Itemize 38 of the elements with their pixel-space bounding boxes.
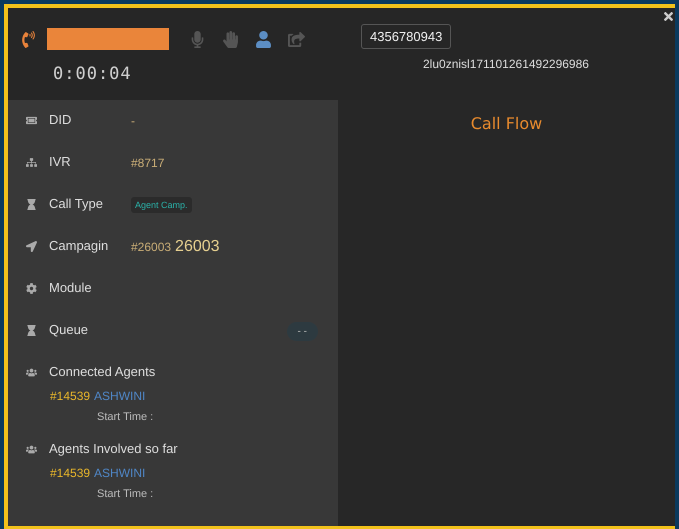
field-label: Connected Agents [49, 364, 156, 379]
phone-icon [20, 30, 37, 48]
queue-badge: - - [286, 322, 318, 341]
field-label: Agents Involved so far [49, 441, 178, 456]
field-label: Campagin [49, 238, 110, 253]
users-icon [26, 444, 37, 455]
arrow-icon [26, 241, 37, 252]
share-icon[interactable] [288, 30, 305, 48]
gear-icon [26, 283, 37, 294]
call-timer: 0:00:04 [53, 64, 133, 84]
start-time-label: Start Time : [97, 411, 154, 423]
campaign-name: 26003 [175, 238, 220, 256]
user-icon[interactable] [255, 30, 272, 48]
field-label: IVR [49, 154, 72, 169]
hourglass-icon [26, 325, 37, 336]
agent-name[interactable]: ASHWINI [94, 466, 146, 480]
users-icon [26, 367, 37, 378]
microphone-icon[interactable] [189, 30, 206, 48]
agent-id: #14539 [50, 389, 90, 403]
field-label: Call Type [49, 196, 104, 211]
agent-name[interactable]: ASHWINI [94, 389, 146, 403]
ticket-icon [26, 115, 37, 126]
field-label: Queue [49, 322, 90, 337]
phone-number-field[interactable]: 4356780943 [361, 24, 451, 49]
call-type-tag: Agent Camp. [131, 197, 192, 213]
call-flow-title: Call Flow [470, 114, 542, 135]
close-icon[interactable] [662, 10, 675, 23]
sitemap-icon [26, 157, 37, 168]
hand-icon[interactable] [222, 30, 239, 48]
field-label: Module [49, 280, 93, 295]
call-id: 2lu0znisl171101261492296986 [423, 57, 589, 71]
field-value: #8717 [131, 155, 164, 170]
start-time-label: Start Time : [97, 488, 154, 500]
agent-id: #14539 [50, 466, 90, 480]
field-value: - [131, 113, 135, 128]
field-label: DID [49, 112, 72, 127]
hourglass-icon [26, 199, 37, 210]
campaign-id: #26003 [131, 239, 172, 254]
